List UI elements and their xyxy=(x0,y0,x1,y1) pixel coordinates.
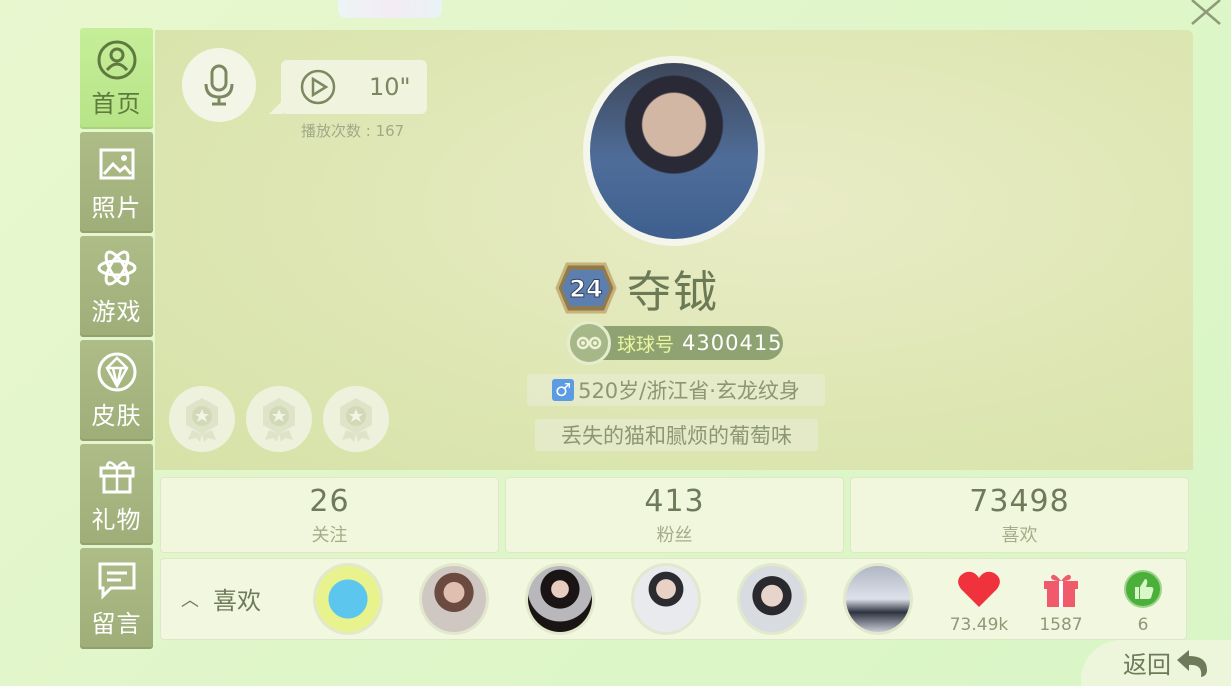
fan-avatar-photo xyxy=(528,566,592,632)
fan-avatar[interactable] xyxy=(525,563,595,635)
likes-toggle-label: 喜欢 xyxy=(213,587,261,615)
fan-avatar[interactable] xyxy=(419,563,489,635)
back-button[interactable]: 返回 xyxy=(1123,645,1209,680)
user-id-badge: 球球号 4300415 xyxy=(567,321,783,365)
stats-row: 26 关注 413 粉丝 73498 喜欢 xyxy=(160,477,1189,553)
fan-avatar-photo xyxy=(740,566,804,632)
user-info-text: 520岁/浙江省·玄龙纹身 xyxy=(578,379,800,403)
stat-following[interactable]: 26 关注 xyxy=(160,477,499,553)
sidebar-item-photos[interactable]: 照片 xyxy=(80,132,153,233)
likes-toggle[interactable]: ︿ 喜欢 xyxy=(181,581,261,616)
likes-bar: ︿ 喜欢 73.49k 1587 6 xyxy=(160,558,1187,640)
stat-value: 73498 xyxy=(969,483,1070,519)
sidebar-nav: 首页 照片 游戏 皮肤 礼物 留言 xyxy=(80,28,153,652)
microphone-icon xyxy=(204,64,234,106)
level-shield-icon: 24 xyxy=(555,262,617,314)
fan-avatar[interactable] xyxy=(737,563,807,635)
photo-icon xyxy=(99,148,134,180)
voice-duration: 10" xyxy=(369,73,411,101)
male-icon: ♂ xyxy=(552,379,575,401)
user-id-label: 球球号 xyxy=(617,333,675,356)
user-info-tag: ♂ 520岁/浙江省·玄龙纹身 xyxy=(527,374,825,406)
sidebar-item-label: 游戏 xyxy=(91,298,142,326)
play-icon xyxy=(300,69,336,105)
gift-icon xyxy=(1044,574,1078,607)
sidebar-item-gifts[interactable]: 礼物 xyxy=(80,444,153,545)
name-row: 24 夺钺 xyxy=(555,256,719,320)
sidebar-item-label: 留言 xyxy=(91,610,142,638)
sidebar-item-games[interactable]: 游戏 xyxy=(80,236,153,337)
sidebar-item-messages[interactable]: 留言 xyxy=(80,548,153,649)
heart-icon xyxy=(958,571,1000,607)
signature-text: 丢失的猫和腻烦的葡萄味 xyxy=(561,424,792,448)
thumbs-up-count: 6 xyxy=(1137,615,1149,635)
sidebar-item-label: 皮肤 xyxy=(91,402,142,430)
user-id-value: 4300415 xyxy=(682,331,783,355)
stat-likes[interactable]: 73498 喜欢 xyxy=(850,477,1189,553)
fan-avatar-photo xyxy=(422,566,486,632)
close-icon xyxy=(1191,0,1221,25)
thumbs-up-counter[interactable]: 6 xyxy=(1103,569,1183,635)
ball-face-icon xyxy=(567,321,611,365)
stat-label: 粉丝 xyxy=(656,524,693,546)
chevron-up-icon: ︿ xyxy=(181,589,199,611)
record-voice-button[interactable] xyxy=(182,48,256,122)
heart-count: 73.49k xyxy=(949,615,1009,635)
ball-mascot-avatar xyxy=(316,566,380,632)
top-decoration xyxy=(338,0,442,18)
fan-avatar-photo xyxy=(634,566,698,632)
message-icon xyxy=(98,562,135,600)
stat-label: 关注 xyxy=(311,524,348,546)
medal-icon xyxy=(340,398,372,442)
level-number: 24 xyxy=(569,275,602,303)
sidebar-item-label: 礼物 xyxy=(91,506,142,534)
fan-avatar[interactable] xyxy=(313,563,383,635)
level-badge: 24 xyxy=(555,260,617,316)
heart-counter[interactable]: 73.49k xyxy=(939,569,1019,635)
medal-icon xyxy=(186,398,218,442)
medal-icon xyxy=(263,398,295,442)
fan-avatar[interactable] xyxy=(843,563,913,635)
stat-value: 413 xyxy=(644,483,705,519)
gift-counter[interactable]: 1587 xyxy=(1021,569,1101,635)
stat-fans[interactable]: 413 粉丝 xyxy=(505,477,844,553)
close-button[interactable] xyxy=(1185,0,1227,26)
play-count: 播放次数 : 167 xyxy=(301,122,405,140)
profile-card: 10" 播放次数 : 167 24 夺钺 球球号 4300415 ♂ 520岁/… xyxy=(155,30,1193,470)
stat-label: 喜欢 xyxy=(1001,524,1038,546)
sidebar-item-skins[interactable]: 皮肤 xyxy=(80,340,153,441)
atom-icon xyxy=(97,250,136,286)
sidebar-item-home[interactable]: 首页 xyxy=(80,28,153,129)
medal-slot[interactable] xyxy=(169,386,235,452)
voice-intro-player[interactable]: 10" xyxy=(269,60,427,114)
medal-slots xyxy=(169,386,389,452)
diamond-icon xyxy=(97,352,136,392)
avatar[interactable] xyxy=(583,56,765,246)
back-label: 返回 xyxy=(1123,651,1171,679)
fan-avatar-photo xyxy=(846,566,910,632)
avatar-photo xyxy=(590,63,758,239)
medal-slot[interactable] xyxy=(323,386,389,452)
signature-tag: 丢失的猫和腻烦的葡萄味 xyxy=(535,419,818,451)
stat-value: 26 xyxy=(309,483,350,519)
sidebar-item-label: 照片 xyxy=(91,194,142,222)
user-name: 夺钺 xyxy=(627,267,719,318)
gift-count: 1587 xyxy=(1039,615,1083,635)
medal-slot[interactable] xyxy=(246,386,312,452)
user-circle-icon xyxy=(97,40,136,80)
fan-avatar[interactable] xyxy=(631,563,701,635)
thumbs-up-icon xyxy=(1124,570,1162,608)
sidebar-item-label: 首页 xyxy=(91,90,142,118)
return-arrow-icon xyxy=(1177,649,1207,677)
gift-icon xyxy=(99,461,134,494)
